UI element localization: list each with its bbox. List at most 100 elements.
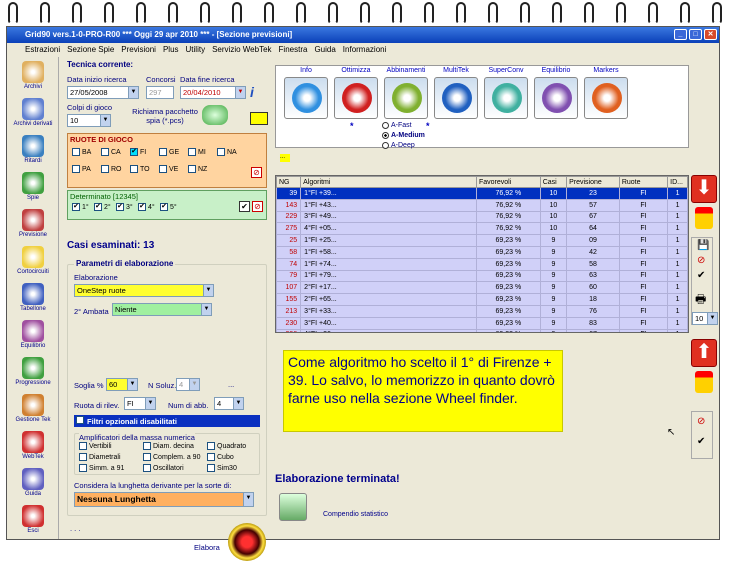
table-row[interactable]: 58 1°FI +58... 69,23 % 9 42 FI 1 [276,245,688,259]
amplificatore-checkbox[interactable]: Cubo [207,453,234,461]
menu-item[interactable]: Servizio WebTek [212,45,271,57]
info-icon[interactable]: i [250,84,262,100]
menu-item[interactable]: Informazioni [343,45,387,57]
tool-button[interactable] [384,77,428,119]
ruota-checkbox[interactable]: CA [101,148,121,156]
mode-radio[interactable]: A-Medium [382,132,425,139]
mode-radio[interactable]: A-Deep [382,142,415,149]
checkbox-box[interactable]: ✔ [138,203,146,211]
amplificatore-checkbox[interactable]: Diametrali [79,453,121,461]
filtri-bar[interactable]: Filtri opzionali disabilitati [74,415,260,427]
checkbox-box[interactable]: ✔ [160,203,168,211]
checkbox-box[interactable] [143,464,151,472]
ruota-checkbox[interactable]: GE [159,148,179,156]
sidebar-item[interactable]: Archivi derivati [7,98,59,127]
ruota-checkbox[interactable]: NZ [188,165,207,173]
check-icon-2[interactable]: ✔ [697,436,705,447]
table-row[interactable]: 275 4°FI +05... 76,92 % 10 64 FI 1 [276,222,688,236]
radio-circle[interactable] [382,142,389,149]
ruota-checkbox[interactable]: NA [217,148,237,156]
clear-determinato-icon[interactable]: ⊘ [252,201,263,212]
ruota-checkbox[interactable]: ✔ FI [130,148,146,156]
compendio-label[interactable]: Compendio statistico [323,511,388,518]
sidebar-item[interactable]: Tabellone [7,283,59,312]
tool-button[interactable] [534,77,578,119]
amplificatore-checkbox[interactable]: Diam. decina [143,442,194,450]
cancel-icon-2[interactable]: ⊘ [697,416,705,427]
column-header[interactable]: Algoritmi [300,176,477,188]
sidebar-item[interactable]: WebTek [7,431,59,460]
column-header[interactable]: Casi [539,176,568,188]
sidebar-item[interactable]: Gestione Tek [7,394,59,423]
sidebar-item[interactable]: Equilibrio [7,320,59,349]
mode-radio[interactable]: A-Fast [382,122,412,129]
menu-item[interactable]: Finestra [279,45,308,57]
sidebar-item[interactable]: Spie [7,172,59,201]
checkbox-box[interactable] [159,165,167,173]
amplificatore-checkbox[interactable]: Complem. a 90 [143,453,200,461]
amplificatore-checkbox[interactable]: Quadrato [207,442,246,450]
checkbox-box[interactable] [101,165,109,173]
menu-item[interactable]: Previsioni [121,45,156,57]
checkbox-box[interactable]: ✔ [116,203,124,211]
checkbox-box[interactable] [188,148,196,156]
column-header[interactable]: Ruote [618,176,669,188]
checkbox-box[interactable] [79,464,87,472]
radio-circle[interactable] [382,132,389,139]
ruota-checkbox[interactable]: RO [101,165,122,173]
table-row[interactable]: 143 1°FI +43... 76,92 % 10 57 FI 1 [276,198,688,212]
sidebar-item[interactable]: Cortocircuiti [7,246,59,275]
ruota-checkbox[interactable]: VE [159,165,178,173]
column-header[interactable]: NG [276,176,302,188]
sidebar-item[interactable]: Ritardi [7,135,59,164]
bin-icon[interactable] [695,207,713,229]
tool-button[interactable] [434,77,478,119]
tool-button[interactable] [484,77,528,119]
num-abb-select[interactable]: 4 ▼ [214,397,244,410]
menu-item[interactable]: Sezione Spie [67,45,114,57]
ruota-checkbox[interactable]: PA [72,165,91,173]
ruota-checkbox[interactable]: BA [72,148,91,156]
pages-select[interactable]: 10 ▼ [692,312,718,325]
table-row[interactable]: 155 2°FI +65... 69,23 % 9 18 FI 1 [276,293,688,306]
table-row[interactable]: 213 3°FI +33... 69,23 % 9 76 FI 1 [276,304,688,318]
determinato-checkbox[interactable]: ✔ 4° [138,203,155,211]
menu-item[interactable]: Estrazioni [25,45,60,57]
data-inizio-field[interactable]: 27/05/2008 ▼ [67,86,139,99]
checkbox-box[interactable] [207,442,215,450]
check-all-icon[interactable]: ✔ [239,201,250,212]
bin-icon-2[interactable] [695,371,713,393]
amplificatore-checkbox[interactable]: Simm. a 91 [79,464,124,472]
determinato-checkbox[interactable]: ✔ 2° [94,203,111,211]
checkbox-box[interactable] [79,442,87,450]
ruota-checkbox[interactable]: TO [130,165,150,173]
table-row[interactable]: 79 1°FI +79... 69,23 % 9 63 FI 1 [276,269,688,283]
checkbox-box[interactable] [207,453,215,461]
sidebar-item[interactable]: Previsione [7,209,59,238]
data-fine-field[interactable]: 20/04/2010 ▼ [180,86,246,99]
save-icon[interactable]: 💾 [697,240,709,251]
sidebar-item[interactable]: Progressione [7,357,59,386]
menu-item[interactable]: Utility [186,45,206,57]
checkbox-box[interactable] [159,148,167,156]
checkbox-box[interactable] [217,148,225,156]
sidebar-item[interactable]: Archivi [7,61,59,90]
minimize-button[interactable]: _ [674,29,687,40]
checkbox-box[interactable] [101,148,109,156]
table-row[interactable]: 230 3°FI +40... 69,23 % 9 83 FI 1 [276,316,688,330]
checkbox-box[interactable] [207,464,215,472]
table-row[interactable]: 107 2°FI +17... 69,23 % 9 60 FI 1 [276,281,688,295]
table-row[interactable]: 39 1°FI +39... 76,92 % 10 23 FI 1 [276,187,688,200]
down-arrow-button[interactable]: ⬇ [691,175,717,203]
radio-circle[interactable] [382,122,389,129]
amplificatore-checkbox[interactable]: Sim30 [207,464,237,472]
menu-item[interactable]: Plus [163,45,179,57]
amplificatore-checkbox[interactable]: Oscillatori [143,464,184,472]
more-ellipsis[interactable]: ... [228,380,234,389]
soglia-select[interactable]: 60 ▼ [106,378,138,391]
ruota-checkbox[interactable]: MI [188,148,206,156]
elaborazione-select[interactable]: OneStep ruote ▼ [74,284,214,297]
maximize-button[interactable]: □ [689,29,702,40]
elabora-button[interactable] [228,523,266,561]
check-icon[interactable]: ✔ [697,270,705,281]
